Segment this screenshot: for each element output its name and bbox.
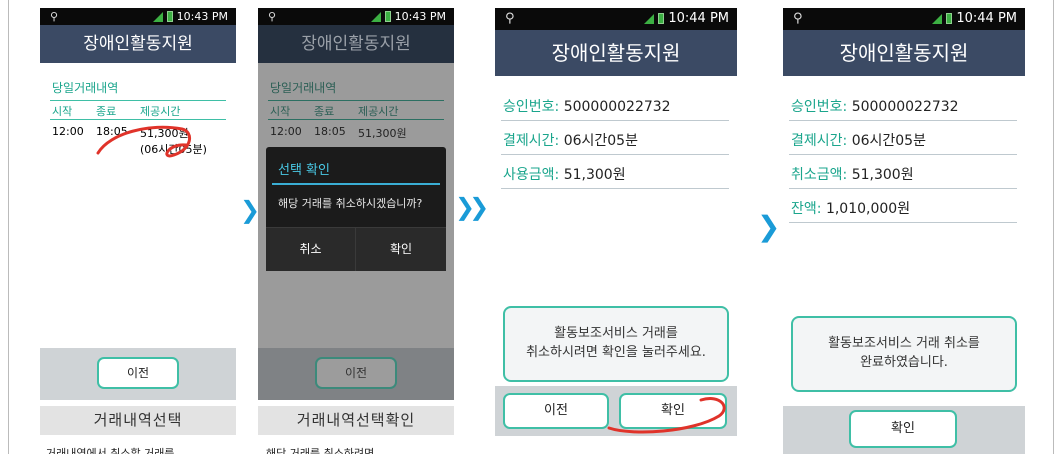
dialog-title: 선택 확인 [278, 163, 330, 178]
battery-icon [384, 11, 391, 22]
divider [268, 119, 444, 120]
content-area: 당일거래내역 시작 종료 제공시간 12:00 18:05 51,300원 선택… [258, 63, 454, 348]
screen-transaction-confirm: ⚲ 10:43 PM 장애인활동지원 당일거래내역 시작 종료 제공시간 12:… [258, 8, 454, 400]
usb-icon: ⚲ [50, 10, 59, 23]
usb-icon: ⚲ [268, 10, 277, 23]
content-area: 당일거래내역 시작 종료 제공시간 12:00 18:05 51,300원 (0… [40, 63, 236, 348]
battery-icon [946, 13, 953, 24]
payment-time-row: 결제시간: 06시간05분 [503, 133, 638, 149]
content-area: 승인번호: 500000022732 결제시간: 06시간05분 사용금액: 5… [495, 76, 737, 386]
screen-cancel-complete: ⚲ 10:44 PM 장애인활동지원 승인번호: 500000022732 결제… [783, 8, 1025, 454]
signal-icon [932, 13, 943, 24]
screen-cancel-request: ⚲ 10:44 PM 장애인활동지원 승인번호: 500000022732 결제… [495, 8, 737, 436]
signal-icon [370, 11, 381, 22]
usb-icon: ⚲ [505, 11, 515, 26]
status-bar: ⚲ 10:43 PM [40, 8, 236, 25]
page-title: 장애인활동지원 [40, 25, 236, 63]
cell-end: 18:05 [314, 125, 346, 138]
status-bar: ⚲ 10:43 PM [258, 8, 454, 25]
usb-icon: ⚲ [793, 11, 803, 26]
payment-time-row: 결제시간: 06시간05분 [791, 133, 926, 149]
dialog-divider [272, 183, 440, 185]
status-bar: ⚲ 10:44 PM [495, 8, 737, 30]
step-description: 해당 거래를 취소하려면 [266, 447, 375, 454]
step-description: 거래내역에서 취소할 거래를 [46, 447, 175, 454]
approval-number-row: 승인번호: 500000022732 [791, 99, 959, 115]
cancel-prompt-message: 활동보조서비스 거래를 취소하시려면 확인을 눌러주세요. [503, 306, 729, 382]
prev-button[interactable]: 이전 [97, 357, 179, 389]
battery-icon [166, 11, 173, 22]
cancel-complete-message: 활동보조서비스 거래 취소를 완료하였습니다. [791, 316, 1017, 392]
col-end-header: 종료 [314, 105, 335, 118]
step-caption: 거래내역선택 [40, 406, 236, 435]
divider [268, 100, 444, 101]
cell-start: 12:00 [52, 125, 84, 138]
col-start-header: 시작 [270, 105, 291, 118]
divider [501, 154, 729, 155]
clock: 10:43 PM [394, 10, 446, 23]
divider [789, 188, 1017, 189]
section-title: 당일거래내역 [52, 81, 119, 95]
bottom-bar: 확인 [783, 406, 1025, 454]
page-title: 장애인활동지원 [783, 30, 1025, 76]
cancel-amount-row: 취소금액: 51,300원 [791, 167, 914, 183]
divider [789, 154, 1017, 155]
divider [789, 222, 1017, 223]
prev-button[interactable]: 이전 [503, 393, 609, 429]
clock: 10:43 PM [176, 10, 228, 23]
col-start-header: 시작 [52, 105, 73, 118]
clock: 10:44 PM [956, 11, 1017, 26]
next-step-chevron-icon: ❯ [757, 210, 781, 243]
next-step-double-chevron-icon: ❯❯ [455, 193, 489, 221]
confirm-dialog: 선택 확인 해당 거래를 취소하시겠습니까? 취소 확인 [266, 147, 446, 271]
dialog-ok-button[interactable]: 확인 [356, 227, 446, 271]
screen-transaction-select: ⚲ 10:43 PM 장애인활동지원 당일거래내역 시작 종료 제공시간 12:… [40, 8, 236, 400]
prev-button[interactable]: 이전 [315, 357, 397, 389]
battery-icon [658, 13, 665, 24]
signal-icon [152, 11, 163, 22]
dialog-cancel-button[interactable]: 취소 [266, 227, 356, 271]
clock: 10:44 PM [668, 11, 729, 26]
content-area: 승인번호: 500000022732 결제시간: 06시간05분 취소금액: 5… [783, 76, 1025, 406]
divider [50, 100, 226, 101]
divider [501, 120, 729, 121]
dialog-message: 해당 거래를 취소하시겠습니까? [278, 197, 423, 210]
section-title: 당일거래내역 [270, 81, 337, 95]
confirm-button[interactable]: 확인 [849, 410, 957, 448]
cell-amount: 51,300원 [358, 127, 407, 140]
cell-start: 12:00 [270, 125, 302, 138]
status-bar: ⚲ 10:44 PM [783, 8, 1025, 30]
balance-row: 잔액: 1,010,000원 [791, 201, 911, 217]
tap-annotation-icon [96, 125, 191, 158]
step-caption: 거래내역선택확인 [258, 406, 454, 435]
page-title: 장애인활동지원 [495, 30, 737, 76]
divider [789, 120, 1017, 121]
signal-icon [644, 13, 655, 24]
tap-annotation-icon [607, 397, 726, 434]
col-time-header: 제공시간 [358, 105, 399, 118]
page-title: 장애인활동지원 [258, 25, 454, 63]
bottom-bar: 이전 [258, 348, 454, 400]
approval-number-row: 승인번호: 500000022732 [503, 99, 671, 115]
divider [501, 188, 729, 189]
bottom-bar: 이전 [40, 348, 236, 400]
used-amount-row: 사용금액: 51,300원 [503, 167, 626, 183]
